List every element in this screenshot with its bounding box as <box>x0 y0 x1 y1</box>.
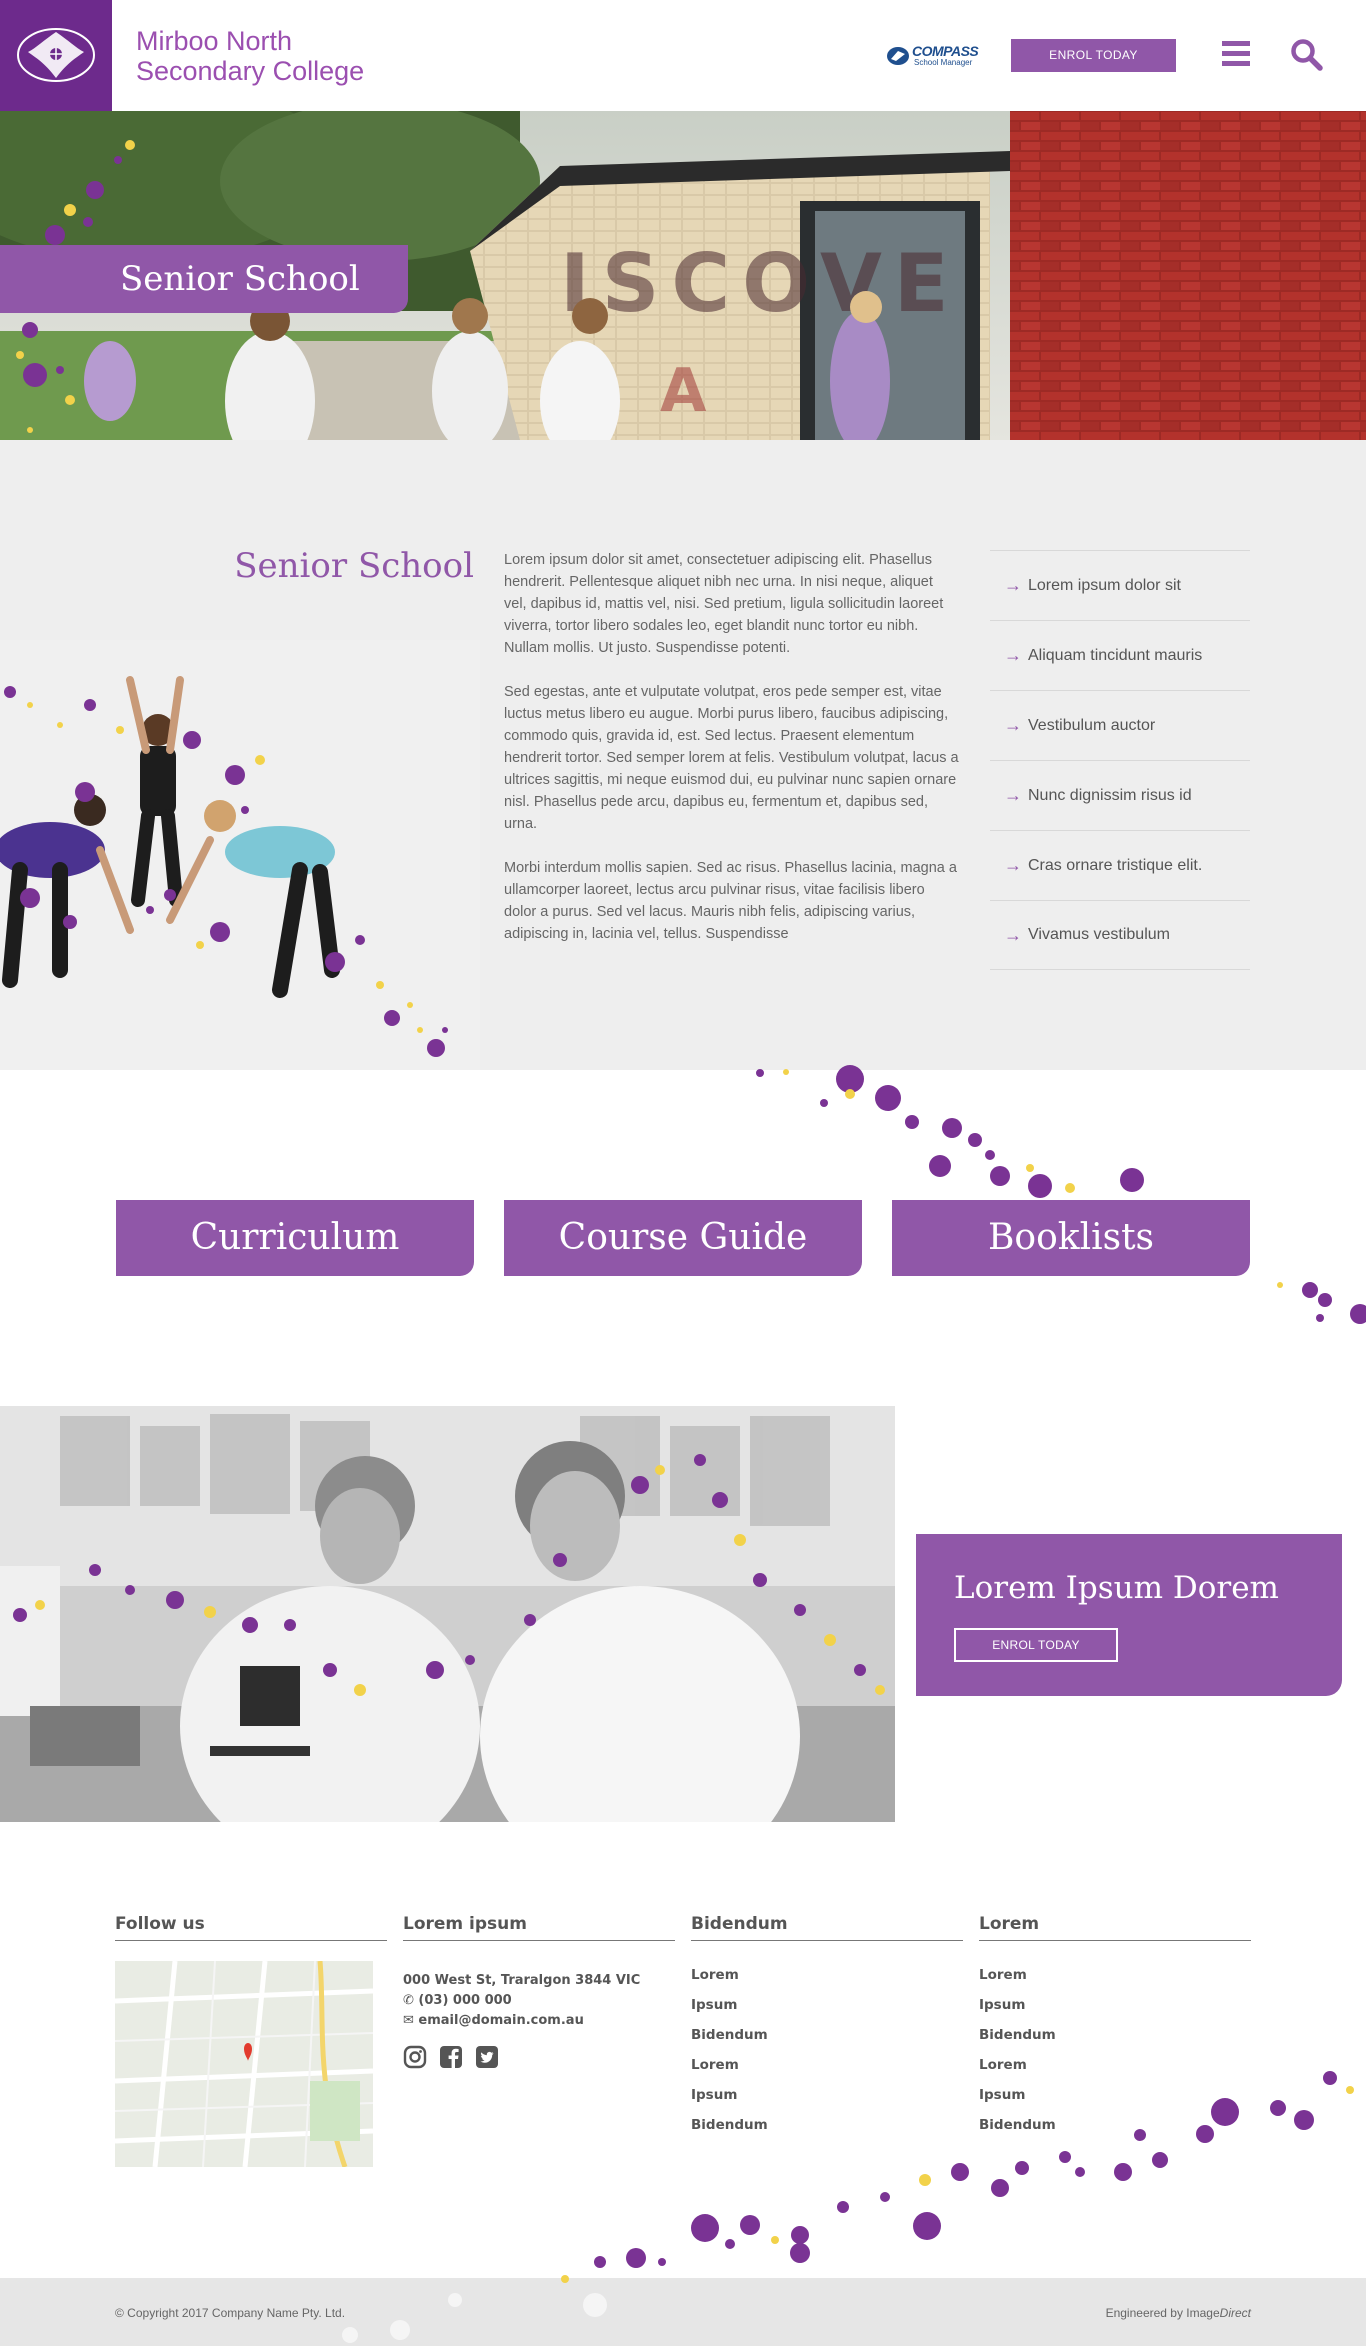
course-guide-button[interactable]: Course Guide <box>504 1200 862 1276</box>
instagram-icon[interactable] <box>403 2045 427 2069</box>
side-link-2[interactable]: → Aliquam tincidunt mauris <box>990 620 1250 690</box>
enrol-callout: Lorem Ipsum Dorem ENROL TODAY <box>916 1534 1342 1696</box>
athletes-photo <box>0 640 480 1070</box>
email-text: email@domain.com.au <box>418 2013 584 2028</box>
side-link-label: Vivamus vestibulum <box>1028 926 1170 943</box>
footer-links-col-2: Lorem Lorem Ipsum Bidendum Lorem Ipsum B… <box>979 1914 1251 2147</box>
footer-link[interactable]: Ipsum <box>691 2087 963 2117</box>
side-link-6[interactable]: → Vivamus vestibulum <box>990 900 1250 970</box>
enrol-today-button[interactable]: ENROL TODAY <box>1011 39 1176 72</box>
body-paragraph-3: Morbi interdum mollis sapien. Sed ac ris… <box>504 860 957 942</box>
side-nav: → Lorem ipsum dolor sit → Aliquam tincidun… <box>990 550 1250 970</box>
footer-contact-col: Lorem ipsum 000 West St, Traralgon 3844 … <box>403 1914 675 2069</box>
flower-emblem-icon <box>17 28 95 82</box>
compass-subtitle: School Manager <box>914 58 973 67</box>
footer-link[interactable]: Bidendum <box>691 2117 963 2147</box>
address-text: 000 West St, Traralgon 3844 VIC <box>403 1973 641 1988</box>
footer-heading: Bidendum <box>691 1914 963 1941</box>
science-lab-photo <box>0 1406 895 1822</box>
contact-details: 000 West St, Traralgon 3844 VIC ✆ (03) 0… <box>403 1971 675 2031</box>
footer-heading: Follow us <box>115 1914 387 1941</box>
side-link-5[interactable]: → Cras ornare tristique elit. <box>990 830 1250 900</box>
arrow-right-icon: → <box>1004 855 1022 875</box>
college-name-line1: Mirboo North <box>136 26 293 56</box>
side-link-1[interactable]: → Lorem ipsum dolor sit <box>990 550 1250 620</box>
site-header: Mirboo North Secondary College COMPASS S… <box>0 0 1366 111</box>
side-link-3[interactable]: → Vestibulum auctor <box>990 690 1250 760</box>
engineered-suffix: Direct <box>1219 2306 1251 2320</box>
footer-link[interactable]: Lorem <box>691 1967 963 1997</box>
twitter-icon[interactable] <box>475 2045 499 2069</box>
footer-link[interactable]: Lorem <box>979 2057 1251 2087</box>
phone-text: (03) 000 000 <box>418 1993 512 2008</box>
side-link-label: Aliquam tincidunt mauris <box>1028 646 1203 664</box>
social-icons <box>403 2045 675 2069</box>
footer-heading: Lorem ipsum <box>403 1914 675 1941</box>
compass-logo-icon <box>887 47 909 65</box>
side-link-label: Vestibulum auctor <box>1028 716 1156 734</box>
body-paragraph-1: Lorem ipsum dolor sit amet, consectetuer… <box>504 552 944 656</box>
footer-link[interactable]: Bidendum <box>979 2117 1251 2147</box>
footer-link[interactable]: Ipsum <box>979 2087 1251 2117</box>
map-image <box>115 1961 373 2167</box>
footer-bottom-bar: © Copyright 2017 Company Name Pty. Ltd. … <box>0 2278 1366 2346</box>
body-text: Lorem ipsum dolor sit amet, consectetuer… <box>504 549 959 967</box>
envelope-icon: ✉ <box>403 2013 419 2028</box>
footer-link[interactable]: Bidendum <box>979 2027 1251 2057</box>
callout-enrol-button[interactable]: ENROL TODAY <box>954 1628 1118 1662</box>
email-line[interactable]: ✉ email@domain.com.au <box>403 2011 675 2031</box>
college-logo[interactable] <box>0 0 112 111</box>
lab-photo-image <box>0 1406 895 1822</box>
side-link-4[interactable]: → Nunc dignissim risus id <box>990 760 1250 830</box>
compass-title: COMPASS <box>912 43 979 59</box>
footer-follow-col: Follow us <box>115 1914 387 2167</box>
engineered-prefix: Engineered by Image <box>1105 2306 1220 2320</box>
arrow-right-icon: → <box>1004 715 1022 735</box>
svg-text:ISCOVE: ISCOVE <box>560 237 961 330</box>
location-map[interactable] <box>115 1961 373 2167</box>
college-name-line2: Secondary College <box>136 56 365 86</box>
arrow-right-icon: → <box>1004 575 1022 595</box>
compass-link[interactable]: COMPASS School Manager <box>886 43 982 69</box>
body-paragraph-2: Sed egestas, ante et vulputate volutpat,… <box>504 684 959 832</box>
footer-link[interactable]: Ipsum <box>691 1997 963 2027</box>
engineered-by-link[interactable]: Engineered by ImageDirect <box>1106 2306 1251 2320</box>
senior-school-content: Senior School Lorem ipsum dolor sit amet… <box>0 440 1366 1070</box>
section-title: Senior School <box>234 546 474 586</box>
arrow-right-icon: → <box>1004 924 1022 945</box>
footer-heading: Lorem <box>979 1914 1251 1941</box>
footer-link-list: Lorem Ipsum Bidendum Lorem Ipsum Bidendu… <box>691 1967 963 2147</box>
callout-title: Lorem Ipsum Dorem <box>954 1570 1279 1606</box>
hero-title: Senior School <box>0 245 408 313</box>
side-link-label: Lorem ipsum dolor sit <box>1028 576 1181 594</box>
svg-text:A: A <box>660 356 707 426</box>
footer-link[interactable]: Lorem <box>691 2057 963 2087</box>
phone-icon: ✆ <box>403 1993 419 2008</box>
arrow-right-icon: → <box>1004 645 1022 665</box>
booklists-button[interactable]: Booklists <box>892 1200 1250 1276</box>
side-link-label: Nunc dignissim risus id <box>1028 786 1192 804</box>
middle-dots <box>756 1065 1366 1324</box>
footer-link-list: Lorem Ipsum Bidendum Lorem Ipsum Bidendu… <box>979 1967 1251 2147</box>
footer-link[interactable]: Bidendum <box>691 2027 963 2057</box>
phone-line[interactable]: ✆ (03) 000 000 <box>403 1991 675 2011</box>
search-icon[interactable] <box>1290 38 1324 72</box>
facebook-icon[interactable] <box>439 2045 463 2069</box>
arrow-right-icon: → <box>1004 785 1022 805</box>
footer-links-col-1: Bidendum Lorem Ipsum Bidendum Lorem Ipsu… <box>691 1914 963 2147</box>
footer-link[interactable]: Lorem <box>979 1967 1251 1997</box>
hamburger-menu-icon[interactable] <box>1222 41 1250 67</box>
footer-link[interactable]: Ipsum <box>979 1997 1251 2027</box>
side-link-label: Cras ornare tristique elit. <box>1028 856 1203 874</box>
curriculum-button[interactable]: Curriculum <box>116 1200 474 1276</box>
college-name[interactable]: Mirboo North Secondary College <box>136 26 364 86</box>
copyright-text: © Copyright 2017 Company Name Pty. Ltd. <box>115 2306 346 2320</box>
hero-banner: ISCOVE A Senior School <box>0 111 1366 440</box>
